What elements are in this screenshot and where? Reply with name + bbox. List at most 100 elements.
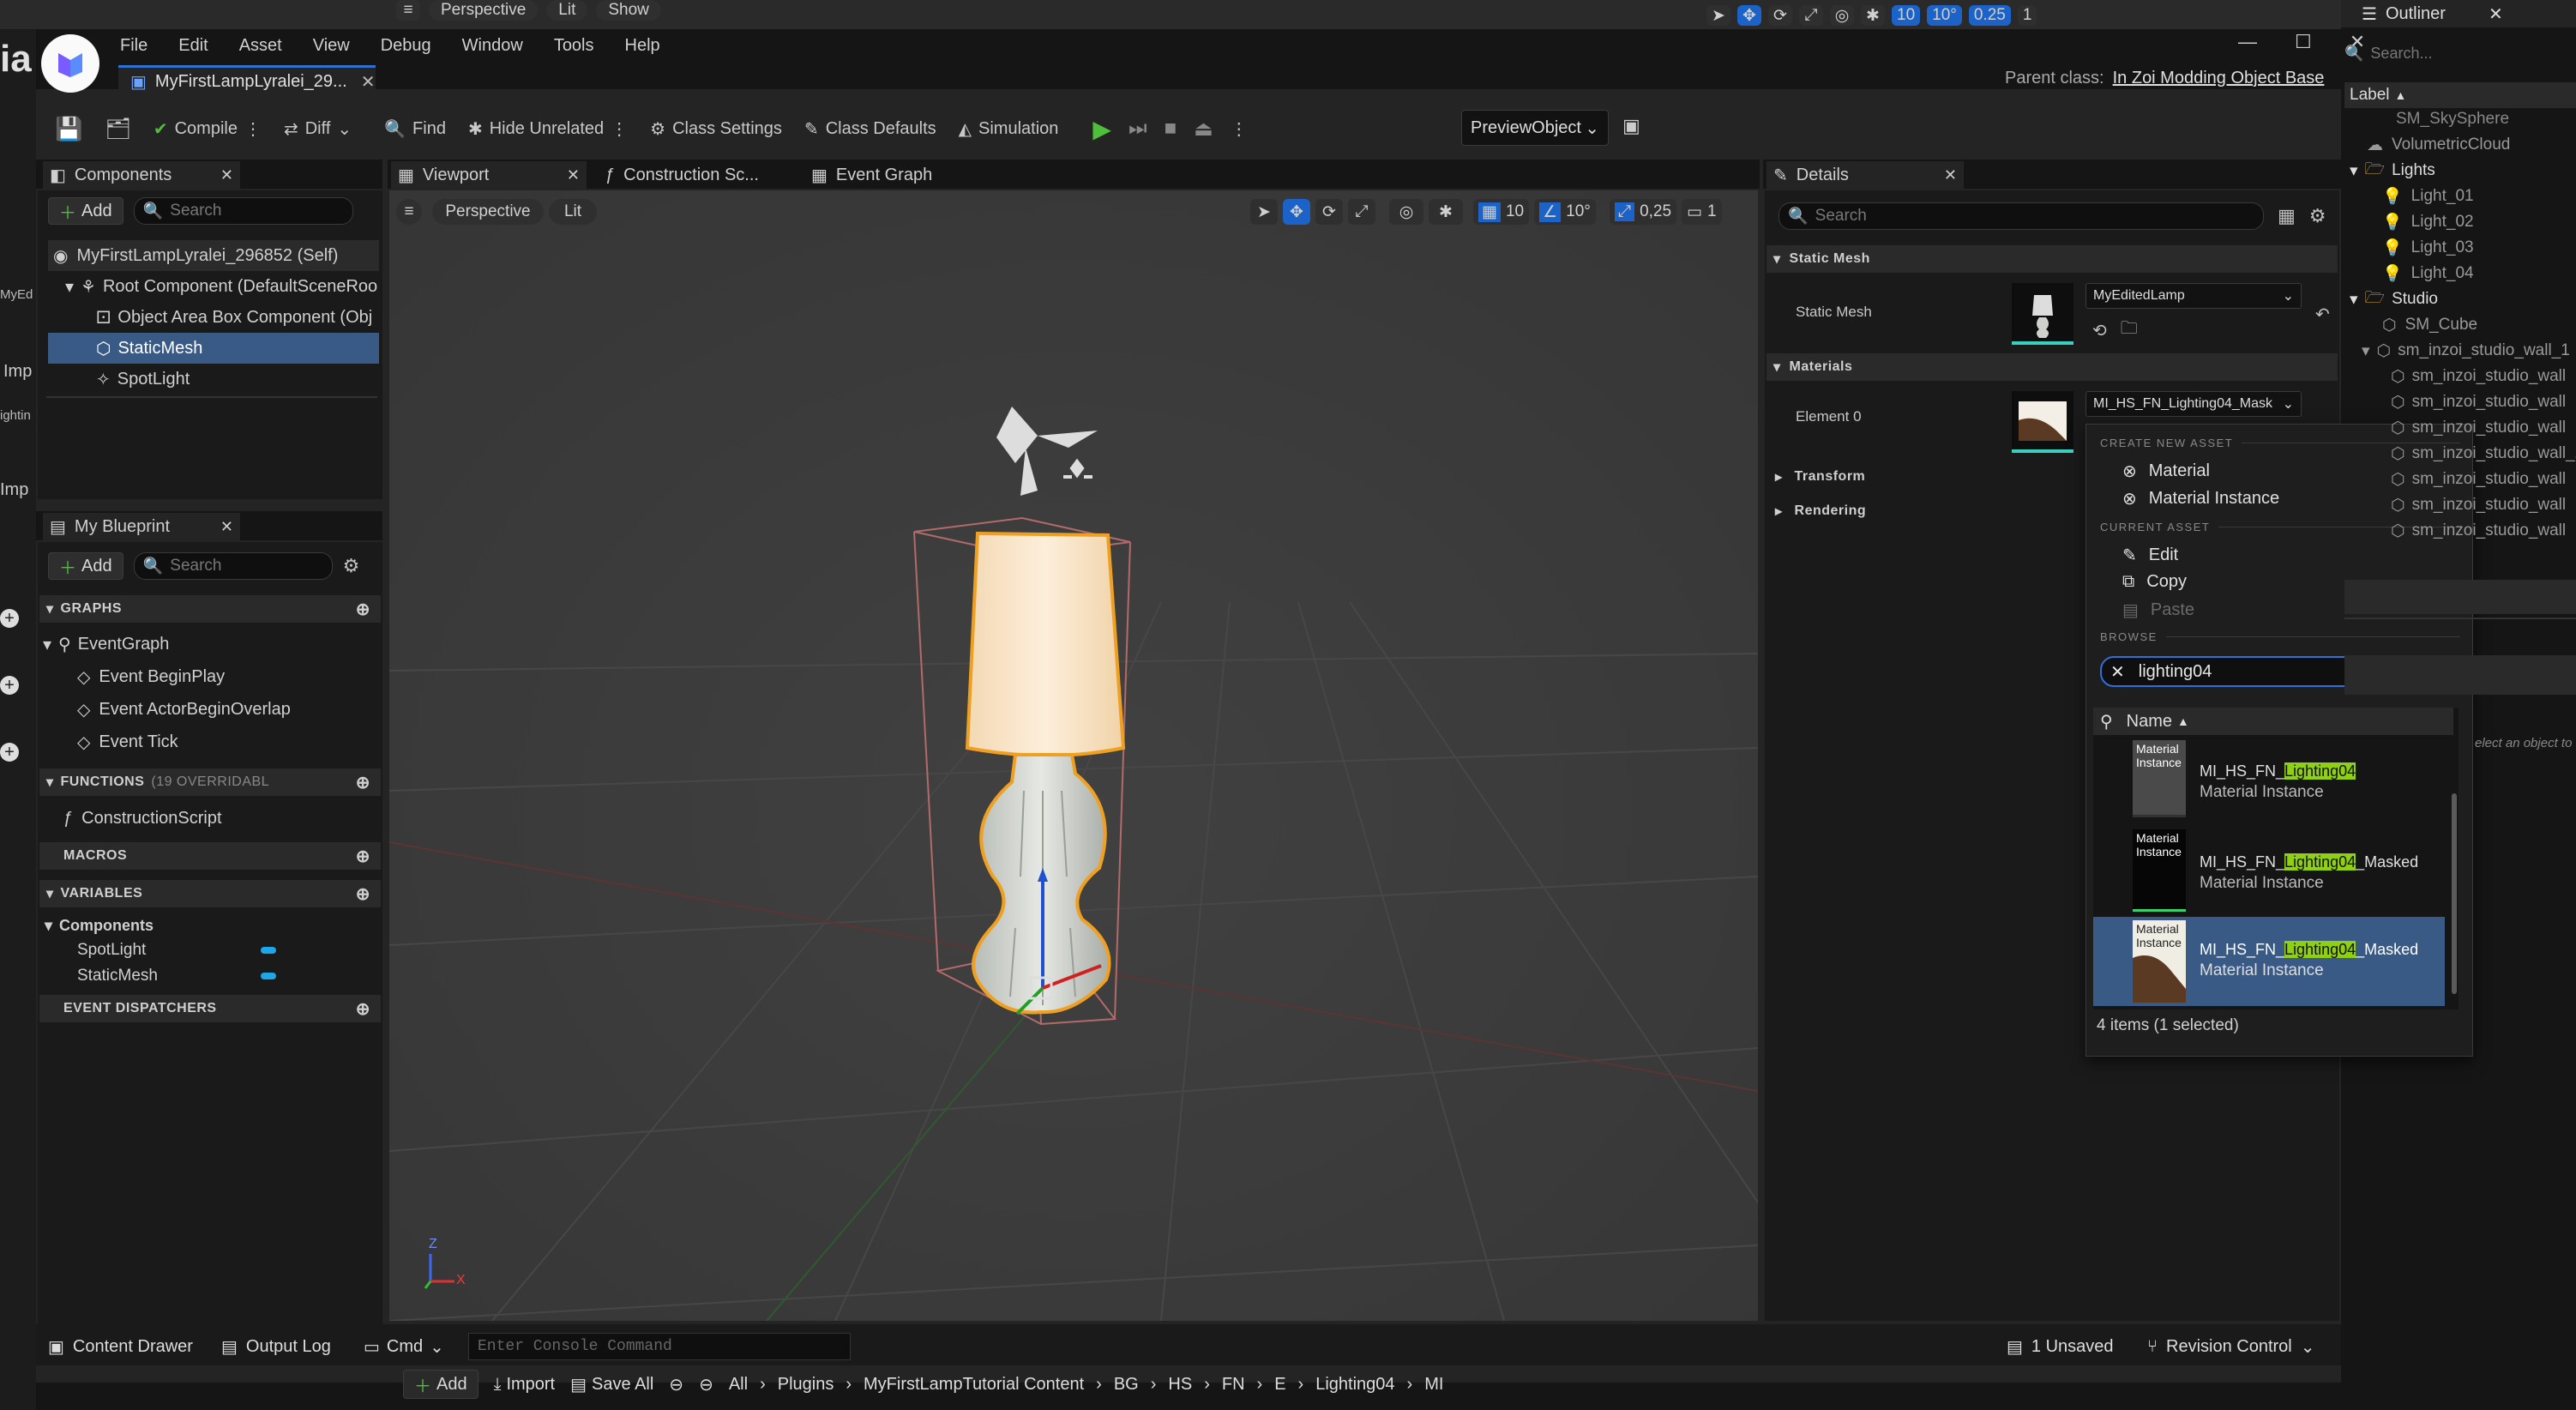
angle-snap-button[interactable]: ∠ 10° bbox=[1534, 199, 1596, 225]
lit-button[interactable]: Lit bbox=[549, 199, 597, 225]
breadcrumb-item[interactable]: MI bbox=[1424, 1375, 1443, 1395]
event-graph-item[interactable]: ▾ ⚲ EventGraph bbox=[43, 628, 377, 660]
my-blueprint-tab[interactable]: ▤ My Blueprint ✕ bbox=[43, 513, 240, 540]
bg-lit-button[interactable]: Lit bbox=[546, 0, 588, 21]
hide-unrelated-button[interactable]: ✱ Hide Unrelated ⋮ bbox=[468, 118, 628, 140]
menu-help[interactable]: Help bbox=[625, 36, 660, 56]
diff-button[interactable]: ⇄ Diff ⌄ bbox=[284, 118, 352, 140]
event-beginplay-item[interactable]: ◇ Event BeginPlay bbox=[43, 660, 377, 693]
breadcrumb-item[interactable]: Lighting04 bbox=[1315, 1375, 1394, 1395]
reset-icon[interactable]: ↶ bbox=[2315, 304, 2330, 325]
static-mesh-dropdown[interactable]: MyEditedLamp ⌄ bbox=[2085, 283, 2302, 309]
variable-spotlight[interactable]: SpotLight bbox=[77, 938, 276, 962]
breadcrumb-item[interactable]: BG bbox=[1114, 1375, 1139, 1395]
construction-script-item[interactable]: ƒ ConstructionScript bbox=[63, 803, 222, 834]
maximize-icon[interactable]: ☐ bbox=[2295, 31, 2312, 53]
asset-list-scrollbar[interactable] bbox=[2452, 793, 2457, 994]
material-dropdown[interactable]: MI_HS_FN_Lighting04_Mask ⌄ bbox=[2085, 391, 2302, 417]
functions-section[interactable]: ▾ FUNCTIONS (19 OVERRIDABL ⊕ bbox=[39, 768, 381, 796]
viewport-menu-icon[interactable]: ≡ bbox=[396, 199, 422, 225]
add-macro-icon[interactable]: ⊕ bbox=[356, 846, 370, 867]
close-outliner-icon[interactable]: ✕ bbox=[2489, 3, 2503, 25]
revision-control-button[interactable]: ⑂ Revision Control ⌄ bbox=[2147, 1335, 2315, 1359]
camera-speed-button[interactable]: ▭ 1 bbox=[1682, 199, 1722, 225]
event-overlap-item[interactable]: ◇ Event ActorBeginOverlap bbox=[43, 693, 377, 726]
add-variable-icon[interactable]: ⊕ bbox=[356, 883, 370, 905]
snap-icon[interactable]: ✱ bbox=[1861, 5, 1885, 26]
find-button[interactable]: 🔍 Find bbox=[384, 118, 446, 140]
scale-snap-button[interactable]: ⤢ 0,25 bbox=[1609, 199, 1677, 225]
outliner-item[interactable]: ⬡ sm_inzoi_studio_wall_2 bbox=[2344, 441, 2576, 467]
event-graph-tab[interactable]: ▦ Event Graph bbox=[811, 161, 932, 189]
menu-icon[interactable]: ≡ bbox=[396, 0, 420, 21]
construction-script-tab[interactable]: ƒ Construction Sc... bbox=[605, 161, 759, 189]
viewport-canvas[interactable]: ≡ Perspective Lit ➤ ✥ ⟳ ⤢ ◎ ✱ ▦ 10 ∠ 10° ⤢… bbox=[389, 190, 1758, 1321]
menu-tools[interactable]: Tools bbox=[554, 36, 594, 56]
tree-item-staticmesh[interactable]: ⬡ StaticMesh bbox=[48, 333, 379, 364]
blueprint-add-button[interactable]: ＋ Add bbox=[48, 552, 123, 580]
variable-staticmesh[interactable]: StaticMesh bbox=[77, 964, 276, 988]
materials-section[interactable]: ▾ Materials bbox=[1766, 353, 2338, 381]
preview-browse-icon[interactable]: ▣ bbox=[1622, 115, 1640, 137]
copy-item[interactable]: ⧉ Copy bbox=[2122, 572, 2187, 592]
asset-item-selected[interactable]: Material Instance MI_HS_FN_Lighting04_Ma… bbox=[2093, 917, 2445, 1006]
browse-icon[interactable]: 🗂 bbox=[105, 117, 130, 142]
rendering-section[interactable]: ▸ Rendering bbox=[1766, 497, 2080, 525]
material-thumbnail[interactable] bbox=[2012, 391, 2073, 453]
asset-tab[interactable]: ▣ MyFirstLampLyralei_29... ✕ bbox=[118, 65, 376, 96]
lamp-shade[interactable] bbox=[965, 531, 1126, 757]
move-icon[interactable]: ✥ bbox=[1283, 199, 1310, 225]
stop-icon[interactable]: ■ bbox=[1165, 117, 1177, 141]
macros-section[interactable]: MACROS ⊕ bbox=[39, 842, 381, 870]
bg-scale-snap[interactable]: 0.25 bbox=[1968, 5, 2011, 26]
tree-item-spotlight[interactable]: ✧ SpotLight bbox=[48, 364, 379, 395]
gear-icon[interactable]: ⚙ bbox=[2309, 205, 2326, 227]
unsaved-button[interactable]: ▤ 1 Unsaved bbox=[2007, 1335, 2114, 1359]
outliner-folder[interactable]: ▾ 🗁 Studio bbox=[2344, 286, 2576, 312]
asset-list-header[interactable]: ⚲ Name ▲ bbox=[2093, 708, 2453, 735]
coordinate-icon[interactable]: ◎ bbox=[1389, 199, 1423, 225]
outliner-item[interactable]: 💡 Light_01 bbox=[2344, 184, 2576, 209]
output-log-button[interactable]: ▤ Output Log bbox=[221, 1335, 331, 1359]
select-icon[interactable]: ➤ bbox=[1706, 5, 1730, 26]
step-icon[interactable]: ⏭ bbox=[1129, 117, 1147, 141]
save-icon[interactable]: 💾 bbox=[55, 116, 82, 142]
left-add-icon-2[interactable]: + bbox=[0, 676, 19, 695]
breadcrumb-item[interactable]: E bbox=[1274, 1375, 1285, 1395]
gear-icon[interactable]: ⚙ bbox=[343, 555, 360, 577]
play-icon[interactable]: ▶ bbox=[1092, 115, 1111, 143]
close-components-icon[interactable]: ✕ bbox=[220, 166, 233, 184]
outliner-item[interactable]: ▾ ⬡ sm_inzoi_studio_wall_1 bbox=[2344, 338, 2576, 364]
grid-snap-button[interactable]: ▦ 10 bbox=[1473, 199, 1530, 225]
simulation-button[interactable]: ◭ Simulation bbox=[959, 118, 1059, 140]
event-tick-item[interactable]: ◇ Event Tick bbox=[43, 726, 377, 758]
viewport-tab[interactable]: ▦ Viewport ✕ bbox=[391, 161, 587, 189]
play-options-icon[interactable]: ⋮ bbox=[1231, 118, 1248, 140]
scale-icon[interactable]: ⤢ bbox=[1799, 5, 1823, 26]
asset-item[interactable]: Material Instance MI_HS_FN_Lighting04 Ma… bbox=[2093, 738, 2445, 824]
components-tab[interactable]: ◧ Components ✕ bbox=[43, 161, 240, 189]
components-variable-group[interactable]: ▾ Components bbox=[45, 914, 153, 937]
console-input[interactable]: Enter Console Command bbox=[468, 1333, 851, 1360]
forward-icon[interactable]: ⊖ bbox=[699, 1374, 713, 1395]
menu-file[interactable]: File bbox=[120, 36, 147, 56]
graphs-section[interactable]: ▾ GRAPHS ⊕ bbox=[39, 595, 381, 623]
save-all-button[interactable]: ▤ Save All bbox=[570, 1374, 653, 1395]
dispatchers-section[interactable]: EVENT DISPATCHERS ⊕ bbox=[39, 995, 381, 1022]
breadcrumb-item[interactable]: FN bbox=[1222, 1375, 1245, 1395]
tree-item-area-box[interactable]: ⚀ Object Area Box Component (Obj bbox=[48, 302, 379, 333]
outliner-item[interactable]: ⬡ sm_inzoi_studio_wall bbox=[2344, 389, 2576, 415]
blueprint-search-input[interactable]: 🔍 Search bbox=[133, 552, 333, 580]
breadcrumb-item[interactable]: All bbox=[729, 1375, 748, 1395]
menu-asset[interactable]: Asset bbox=[239, 36, 282, 56]
breadcrumb-item[interactable]: MyFirstLampTutorial Content bbox=[864, 1375, 1084, 1395]
bg-grid-snap[interactable]: 10 bbox=[1892, 5, 1921, 26]
more-icon[interactable]: ⋮ bbox=[611, 118, 628, 140]
bg-show-button[interactable]: Show bbox=[596, 0, 661, 21]
rotate-icon[interactable]: ⟳ bbox=[1315, 199, 1343, 225]
back-icon[interactable]: ⊖ bbox=[669, 1374, 683, 1395]
bg-camera-speed[interactable]: 1 bbox=[2017, 5, 2037, 26]
bg-angle-snap[interactable]: 10° bbox=[1927, 5, 1962, 26]
asset-item[interactable]: Material Instance MI_HS_FN_Lighting04_Ma… bbox=[2093, 828, 2445, 913]
eject-icon[interactable]: ⏏ bbox=[1194, 117, 1213, 142]
